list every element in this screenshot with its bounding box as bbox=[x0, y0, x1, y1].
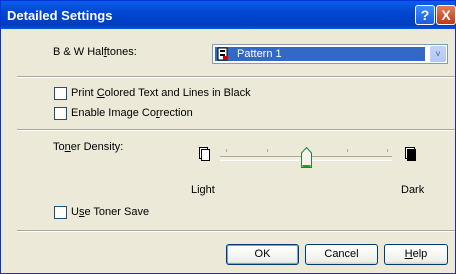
close-button[interactable]: X bbox=[436, 5, 456, 25]
label-accel: C bbox=[96, 87, 105, 99]
slider-tick bbox=[226, 149, 227, 152]
help-title-button[interactable]: ? bbox=[415, 5, 435, 25]
print-black-checkbox[interactable] bbox=[54, 87, 67, 100]
light-label: Light bbox=[191, 184, 215, 196]
title-bar[interactable]: Detailed Settings ? X bbox=[1, 1, 456, 29]
label-part: rection bbox=[159, 107, 193, 119]
toner-save-checkbox[interactable] bbox=[54, 206, 67, 219]
label-part: er Density: bbox=[70, 141, 124, 153]
ok-button[interactable]: OK bbox=[226, 244, 299, 265]
halftones-label-part: tones: bbox=[106, 46, 137, 58]
help-button[interactable]: Help bbox=[384, 244, 448, 265]
dark-page-icon bbox=[405, 147, 416, 161]
halftones-label-part: B & W Hal bbox=[53, 46, 104, 58]
toner-density-label: Toner Density: bbox=[53, 141, 123, 153]
print-black-label[interactable]: Print Colored Text and Lines in Black bbox=[71, 87, 251, 99]
halftones-dropdown[interactable]: Pattern 1 ˅ bbox=[212, 44, 448, 64]
separator bbox=[17, 230, 455, 232]
label-part: e Toner Save bbox=[84, 206, 150, 218]
halftones-label: B & W Halftones: bbox=[53, 46, 137, 58]
toner-save-label[interactable]: Use Toner Save bbox=[71, 206, 149, 218]
label-part: olored Text and Lines in Black bbox=[104, 87, 251, 99]
halftones-selected: Pattern 1 bbox=[215, 47, 425, 61]
label-accel: H bbox=[404, 248, 413, 260]
light-page-icon bbox=[199, 147, 210, 161]
slider-tick bbox=[267, 149, 268, 152]
dialog-title: Detailed Settings bbox=[7, 8, 113, 23]
chevron-down-icon[interactable]: ˅ bbox=[430, 46, 446, 62]
detailed-settings-dialog: Detailed Settings ? X B & W Halftones: P… bbox=[0, 0, 456, 274]
dark-label: Dark bbox=[401, 184, 425, 196]
slider-tick bbox=[387, 149, 388, 152]
image-correction-checkbox[interactable] bbox=[54, 107, 67, 120]
slider-tick bbox=[347, 149, 348, 152]
separator bbox=[17, 129, 455, 131]
separator bbox=[17, 76, 455, 78]
label-part: U bbox=[71, 206, 79, 218]
cancel-button[interactable]: Cancel bbox=[305, 244, 378, 265]
pattern-page-icon bbox=[217, 47, 228, 61]
halftones-value: Pattern 1 bbox=[237, 48, 282, 60]
label-part: elp bbox=[412, 248, 428, 260]
label-part: To bbox=[53, 141, 65, 153]
image-correction-label[interactable]: Enable Image Correction bbox=[71, 107, 193, 119]
label-part: Print bbox=[71, 87, 97, 99]
label-part: Enable Image Co bbox=[71, 107, 156, 119]
slider-thumb[interactable] bbox=[301, 147, 312, 168]
